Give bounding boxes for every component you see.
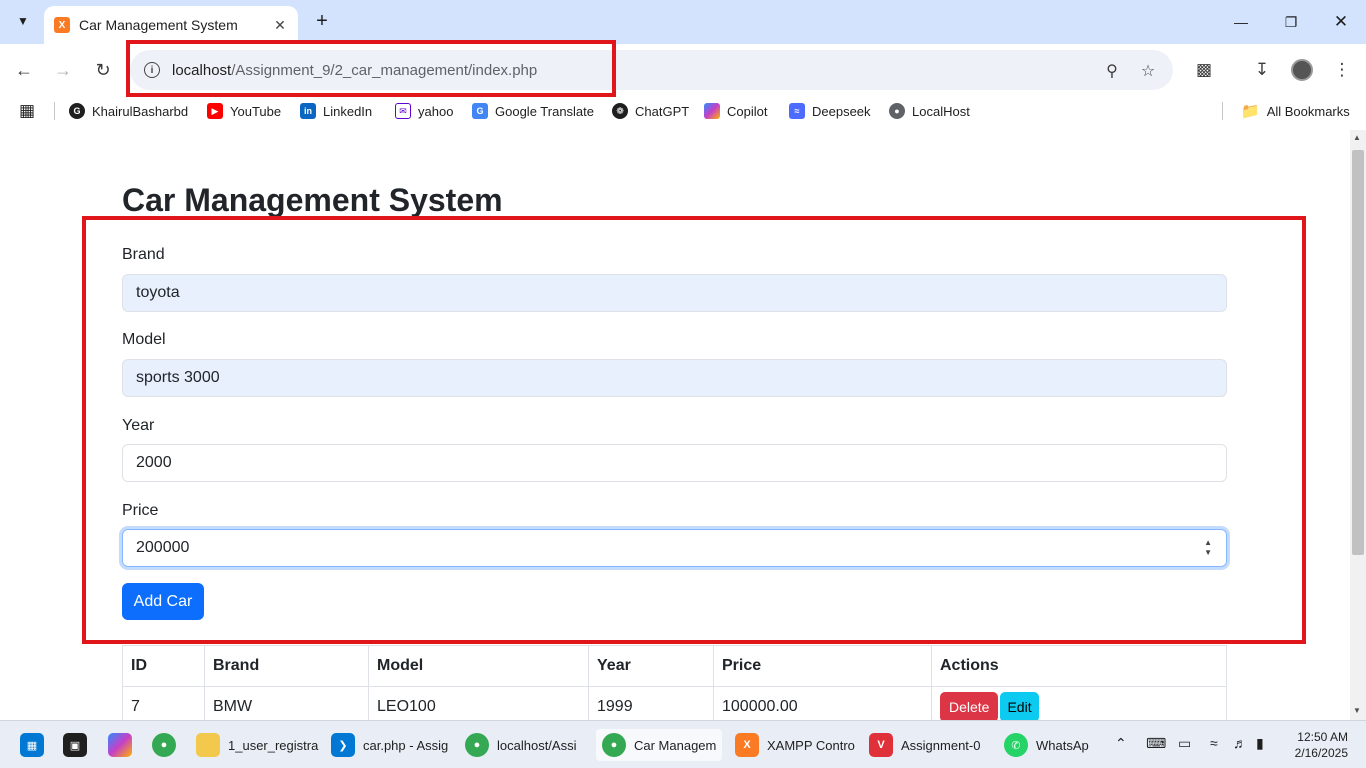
header-price: Price (713, 645, 932, 687)
chrome-icon: ● (602, 733, 626, 757)
cell-year: 1999 (588, 686, 714, 720)
close-window-icon[interactable]: ✕ (1326, 8, 1356, 36)
header-actions: Actions (931, 645, 1227, 687)
profile-avatar[interactable] (1290, 58, 1314, 82)
xampp-favicon-icon: X (54, 17, 70, 33)
download-icon[interactable]: ↧ (1250, 58, 1274, 82)
bookmark-youtube[interactable]: ▶ YouTube (207, 100, 281, 122)
restore-icon[interactable]: ❐ (1276, 8, 1306, 36)
bookmarks-bar: ▦ G KhairulBasharbd ▶ YouTube in LinkedIn ✉… (0, 96, 1366, 126)
task-view-icon[interactable]: ▣ (63, 729, 87, 761)
clock-time: 12:50 AM (1297, 730, 1348, 744)
chatgpt-icon: ❁ (612, 103, 628, 119)
chrome-icon: ● (465, 733, 489, 757)
translate-icon: G (472, 103, 488, 119)
bookmark-divider (54, 102, 55, 120)
keyboard-icon[interactable]: ⌨ (1146, 735, 1166, 752)
folder-icon: 📁 (1241, 103, 1260, 120)
vscode-icon: ❯ (331, 733, 355, 757)
page-scrollbar[interactable]: ▲ ▼ (1350, 130, 1366, 720)
system-clock[interactable]: 12:50 AM 2/16/2025 (1295, 729, 1348, 761)
tab-strip: ▼ X Car Management System ✕ + — ❐ ✕ (0, 0, 1366, 44)
bookmark-localhost[interactable]: ● LocalHost (889, 100, 970, 122)
bookmark-yahoo[interactable]: ✉ yahoo (395, 100, 453, 122)
bookmark-deepseek[interactable]: ≈ Deepseek (789, 100, 871, 122)
cell-price: 100000.00 (713, 686, 932, 720)
reload-icon[interactable]: ↻ (89, 56, 117, 84)
all-bookmarks-button[interactable]: 📁 All Bookmarks (1241, 100, 1350, 122)
taskbar-vscode[interactable]: ❯ car.php - Assig (331, 729, 448, 761)
taskbar-chrome-localhost[interactable]: ● localhost/Assi (465, 729, 576, 761)
youtube-icon: ▶ (207, 103, 223, 119)
scroll-down-icon[interactable]: ▼ (1353, 706, 1361, 715)
header-id: ID (122, 645, 205, 687)
cell-brand: BMW (204, 686, 369, 720)
wifi-icon[interactable]: ≈ (1210, 735, 1218, 751)
url-highlight-box (126, 40, 616, 97)
tab-search-chevron-icon[interactable]: ▼ (10, 8, 36, 34)
chrome-taskbar-icon[interactable]: ● (152, 729, 176, 761)
header-year: Year (588, 645, 714, 687)
forward-arrow-icon[interactable]: → (49, 56, 77, 84)
menu-kebab-icon[interactable]: ⋮ (1330, 58, 1354, 82)
cars-table: ID Brand Model Year Price Actions 7 BMW … (122, 645, 1227, 720)
tab-title: Car Management System (79, 17, 238, 33)
table-header-row: ID Brand Model Year Price Actions (122, 645, 1227, 687)
table-row: 7 BMW LEO100 1999 100000.00 Delete Edit (122, 686, 1227, 720)
clock-date: 2/16/2025 (1294, 746, 1348, 760)
taskbar-file-explorer[interactable]: 1_user_registra (196, 729, 318, 761)
windows-taskbar: ▦ ▣ ● 1_user_registra ❯ car.php - Assig ●… (0, 720, 1366, 768)
bookmark-chatgpt[interactable]: ❁ ChatGPT (612, 100, 689, 122)
tray-chevron-up-icon[interactable]: ⌃ (1115, 735, 1127, 752)
github-icon: G (69, 103, 85, 119)
page-title: Car Management System (122, 182, 503, 218)
minimize-icon[interactable]: — (1226, 8, 1256, 36)
battery-icon[interactable]: ▮ (1256, 735, 1264, 752)
deepseek-icon: ≈ (789, 103, 805, 119)
folder-icon (196, 733, 220, 757)
zoom-icon[interactable]: ⚲ (1101, 60, 1123, 82)
bookmark-divider (1222, 102, 1223, 120)
bookmark-google-translate[interactable]: G Google Translate (472, 100, 594, 122)
copilot-icon (704, 103, 720, 119)
scrollbar-thumb[interactable] (1352, 150, 1364, 555)
mail-icon: ✉ (395, 103, 411, 119)
scroll-up-icon[interactable]: ▲ (1353, 133, 1361, 142)
apps-grid-icon[interactable]: ▦ (19, 100, 35, 122)
form-highlight-box (82, 216, 1306, 644)
bookmark-star-icon[interactable]: ☆ (1137, 60, 1159, 82)
edit-button[interactable]: Edit (1000, 692, 1039, 720)
close-tab-icon[interactable]: ✕ (270, 15, 290, 35)
taskbar-xampp[interactable]: X XAMPP Contro (735, 729, 855, 761)
whatsapp-icon: ✆ (1004, 733, 1028, 757)
bookmark-copilot[interactable]: Copilot (704, 100, 767, 122)
xampp-icon: X (735, 733, 759, 757)
cell-model: LEO100 (368, 686, 589, 720)
tab-car-management[interactable]: X Car Management System ✕ (44, 6, 298, 44)
cell-actions: Delete Edit (931, 686, 1227, 720)
vivaldi-icon: V (869, 733, 893, 757)
bookmark-linkedin[interactable]: in LinkedIn (300, 100, 372, 122)
display-icon[interactable]: ▭ (1178, 735, 1191, 752)
linkedin-icon: in (300, 103, 316, 119)
bookmark-github[interactable]: G KhairulBasharbd (69, 100, 188, 122)
header-model: Model (368, 645, 589, 687)
copilot-taskbar-icon[interactable] (108, 729, 132, 761)
taskbar-chrome-car-management[interactable]: ● Car Managem (596, 729, 723, 761)
new-tab-plus-icon[interactable]: + (310, 9, 334, 33)
start-windows-icon[interactable]: ▦ (20, 729, 44, 761)
cell-id: 7 (122, 686, 205, 720)
taskbar-whatsapp[interactable]: ✆ WhatsAp (1004, 729, 1089, 761)
globe-icon: ● (889, 103, 905, 119)
taskbar-assignment[interactable]: V Assignment-0 (869, 729, 980, 761)
delete-button[interactable]: Delete (940, 692, 999, 720)
extensions-puzzle-icon[interactable]: ▩ (1192, 58, 1216, 82)
back-arrow-icon[interactable]: ← (10, 56, 38, 84)
volume-icon[interactable]: ♬ (1233, 735, 1247, 751)
header-brand: Brand (204, 645, 369, 687)
